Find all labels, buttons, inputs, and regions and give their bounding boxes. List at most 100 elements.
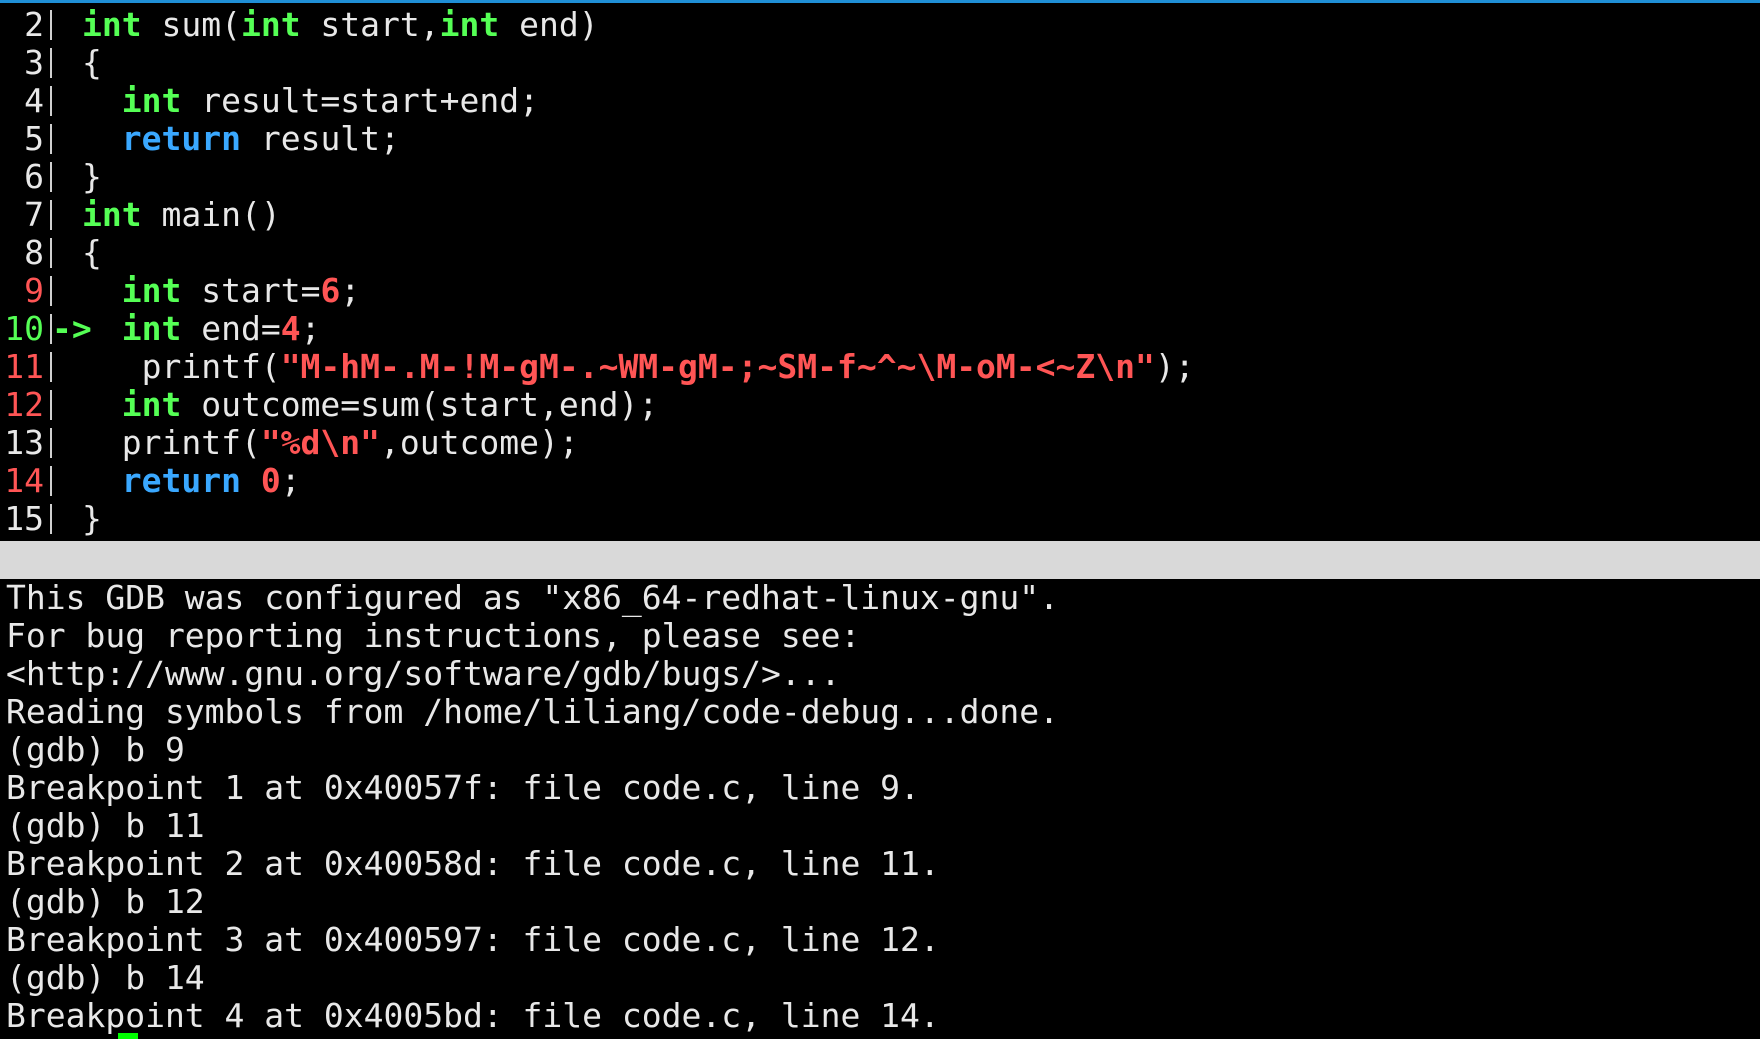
line-number: 15 <box>4 499 44 538</box>
line-number: 9 <box>24 271 44 310</box>
gdb-console[interactable]: This GDB was configured as "x86_64-redha… <box>6 579 1756 1035</box>
line-number: 10 <box>4 309 44 348</box>
gutter-separator <box>44 120 82 158</box>
keyword: return <box>121 461 241 500</box>
source-line[interactable]: 5 return result; <box>0 120 1760 158</box>
source-line[interactable]: 10 -> int end=4; <box>0 310 1760 348</box>
source-code: { <box>82 233 102 272</box>
source-line[interactable]: 13 printf("%d\n",outcome); <box>0 424 1760 462</box>
string-literal: "%d\n" <box>260 423 381 462</box>
number-literal: 4 <box>280 309 301 348</box>
code-text: outcome=sum(start,end); <box>181 385 659 424</box>
code-text: end= <box>181 309 281 348</box>
source-view[interactable]: 2 int sum(int start,int end) 3{4 int resul… <box>0 6 1760 538</box>
code-text: { <box>82 233 102 272</box>
gutter-separator <box>44 234 82 272</box>
line-number: 4 <box>24 81 44 120</box>
source-line[interactable]: 3{ <box>0 44 1760 82</box>
source-code: int start=6; <box>82 271 360 310</box>
source-code: int outcome=sum(start,end); <box>82 385 658 424</box>
console-line: (gdb) b 9 <box>6 730 185 769</box>
keyword: int <box>121 385 182 424</box>
code-text: } <box>82 499 102 538</box>
source-line[interactable]: 2 int sum(int start,int end) <box>0 6 1760 44</box>
source-line[interactable]: 15} <box>0 500 1760 538</box>
code-text: start= <box>181 271 321 310</box>
gutter-separator <box>44 44 82 82</box>
console-line: Reading symbols from /home/liliang/code-… <box>6 692 1059 731</box>
line-number: 12 <box>4 385 44 424</box>
code-text: ; <box>280 461 301 500</box>
gutter-separator <box>44 424 82 462</box>
source-line[interactable]: 9 int start=6; <box>0 272 1760 310</box>
line-number: 8 <box>24 233 44 272</box>
code-text: } <box>82 157 102 196</box>
console-line: This GDB was configured as "x86_64-redha… <box>6 578 1059 617</box>
code-text: result; <box>240 119 400 158</box>
source-file-status-bar: /home/liliang/code.c <box>0 541 1760 617</box>
line-number: 11 <box>4 347 44 386</box>
source-line[interactable]: 11 printf("M-hM-.M-!M-gM-.~WM-gM-;~SM-f~… <box>0 348 1760 386</box>
line-number: 2 <box>24 5 44 44</box>
console-line: <http://www.gnu.org/software/gdb/bugs/>.… <box>6 654 841 693</box>
console-line: Breakpoint 1 at 0x40057f: file code.c, l… <box>6 768 920 807</box>
source-code: int main() <box>82 195 281 234</box>
source-line[interactable]: 7 int main() <box>0 196 1760 234</box>
gutter-separator <box>44 196 82 234</box>
number-literal: 6 <box>320 271 341 310</box>
code-text: end) <box>499 5 599 44</box>
source-line[interactable]: 8{ <box>0 234 1760 272</box>
source-code: int end=4; <box>82 309 321 348</box>
code-text: sum( <box>141 5 241 44</box>
keyword: int <box>121 309 182 348</box>
source-code: } <box>82 499 102 538</box>
keyword: int <box>82 5 142 44</box>
keyword: int <box>439 5 500 44</box>
string-literal: "M-hM-.M-!M-gM-.~WM-gM-;~SM-f~^~\M-oM-<~… <box>280 347 1155 386</box>
current-line-arrow-icon: -> <box>52 309 92 348</box>
console-line: Breakpoint 2 at 0x40058d: file code.c, l… <box>6 844 940 883</box>
source-code: int sum(int start,int end) <box>82 5 599 44</box>
line-number: 3 <box>24 43 44 82</box>
console-line: For bug reporting instructions, please s… <box>6 616 861 655</box>
keyword: return <box>121 119 241 158</box>
console-line: Breakpoint 4 at 0x4005bd: file code.c, l… <box>6 996 940 1035</box>
gutter-separator <box>44 348 82 386</box>
source-line[interactable]: 12 int outcome=sum(start,end); <box>0 386 1760 424</box>
line-number: 14 <box>4 461 44 500</box>
terminal-cursor <box>118 1033 138 1039</box>
code-text: result=start+end; <box>181 81 539 120</box>
gutter-separator <box>44 386 82 424</box>
line-number: 5 <box>24 119 44 158</box>
source-code: printf("M-hM-.M-!M-gM-.~WM-gM-;~SM-f~^~\… <box>82 347 1195 386</box>
source-line[interactable]: 4 int result=start+end; <box>0 82 1760 120</box>
keyword: int <box>240 5 301 44</box>
gutter-separator <box>44 500 82 538</box>
gutter-separator: -> <box>44 310 92 348</box>
number-literal: 0 <box>260 461 281 500</box>
console-line: Breakpoint 3 at 0x400597: file code.c, l… <box>6 920 940 959</box>
gutter-separator <box>44 6 82 44</box>
keyword: int <box>121 271 182 310</box>
code-text: ; <box>300 309 321 348</box>
source-code: return 0; <box>82 461 301 500</box>
source-line[interactable]: 6} <box>0 158 1760 196</box>
line-number: 13 <box>4 423 44 462</box>
console-line: (gdb) b 14 <box>6 958 205 997</box>
code-text: main() <box>141 195 281 234</box>
source-code: printf("%d\n",outcome); <box>82 423 579 462</box>
code-text: start, <box>300 5 440 44</box>
gutter-separator <box>44 82 82 120</box>
gutter-separator <box>44 462 82 500</box>
window-top-border <box>0 0 1760 3</box>
console-line: (gdb) b 11 <box>6 806 205 845</box>
line-number: 6 <box>24 157 44 196</box>
keyword: int <box>82 195 142 234</box>
source-line[interactable]: 14 return 0; <box>0 462 1760 500</box>
source-code: return result; <box>82 119 400 158</box>
